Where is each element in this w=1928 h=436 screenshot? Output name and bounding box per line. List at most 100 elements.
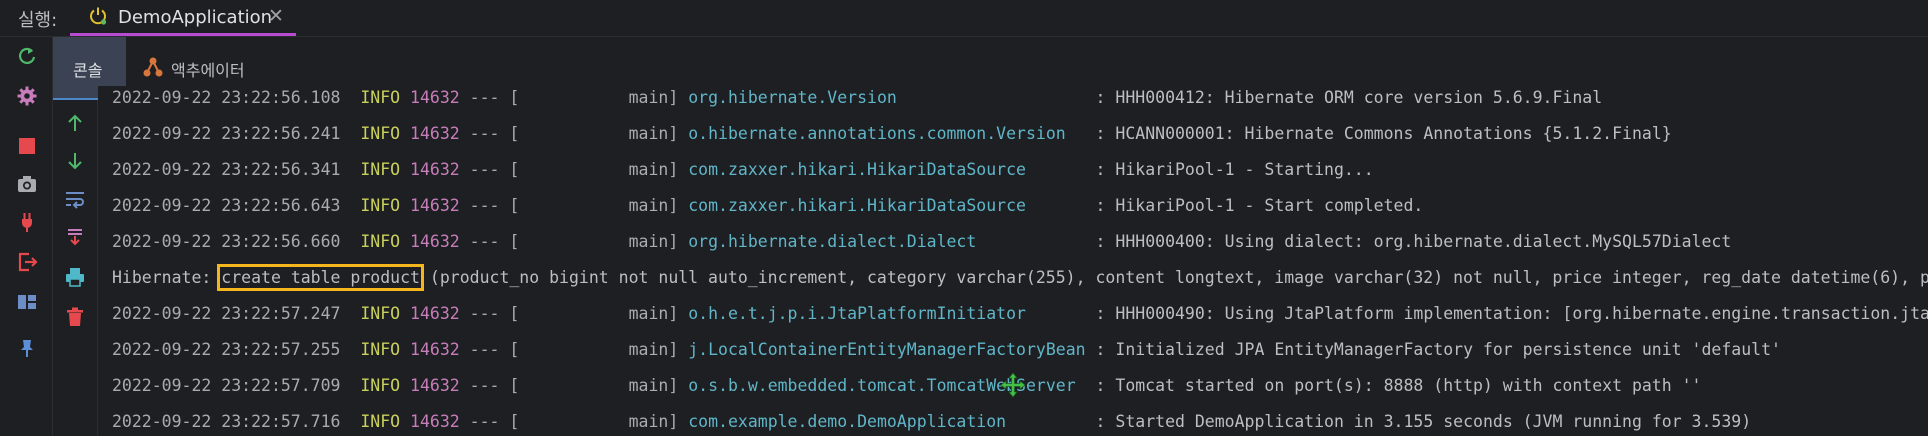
log-pad	[976, 232, 1085, 251]
log-thread: main]	[519, 160, 679, 179]
log-pad	[1066, 124, 1086, 143]
log-level: INFO	[360, 124, 401, 143]
log-level: INFO	[360, 340, 401, 359]
log-pad	[1026, 160, 1086, 179]
log-thread: main]	[519, 196, 679, 215]
log-line: 2022-09-22 23:22:56.643 INFO 14632 --- […	[112, 188, 1423, 224]
hibernate-prefix: Hibernate:	[112, 268, 222, 287]
log-separator: --- [	[469, 376, 520, 395]
plug-icon[interactable]	[16, 211, 38, 233]
console-toolbar	[53, 100, 98, 436]
log-separator: --- [	[469, 160, 520, 179]
log-timestamp: 2022-09-22 23:22:56.108	[112, 88, 341, 107]
log-thread: main]	[519, 340, 679, 359]
log-separator: --- [	[469, 304, 520, 323]
log-logger: o.h.e.t.j.p.i.JtaPlatformInitiator	[688, 304, 1026, 323]
log-pad	[1026, 196, 1086, 215]
log-separator: --- [	[469, 232, 520, 251]
log-timestamp: 2022-09-22 23:22:57.716	[112, 412, 341, 431]
log-separator: --- [	[469, 124, 520, 143]
log-line: 2022-09-22 23:22:57.255 INFO 14632 --- […	[112, 332, 1781, 368]
run-label: 실행:	[18, 10, 58, 31]
layout-icon[interactable]	[16, 291, 38, 313]
log-thread: main]	[519, 124, 679, 143]
log-timestamp: 2022-09-22 23:22:57.255	[112, 340, 341, 359]
rerun-icon[interactable]	[16, 45, 38, 67]
log-logger: org.hibernate.dialect.Dialect	[688, 232, 977, 251]
log-timestamp: 2022-09-22 23:22:57.247	[112, 304, 341, 323]
log-message: : Initialized JPA EntityManagerFactory f…	[1095, 340, 1781, 359]
log-timestamp: 2022-09-22 23:22:56.643	[112, 196, 341, 215]
log-pad	[1076, 376, 1086, 395]
log-line: 2022-09-22 23:22:56.660 INFO 14632 --- […	[112, 224, 1731, 260]
stop-icon[interactable]	[16, 135, 38, 157]
log-timestamp: 2022-09-22 23:22:57.709	[112, 376, 341, 395]
log-message: : HHH000490: Using JtaPlatform implement…	[1095, 304, 1928, 323]
left-toolbar	[0, 37, 53, 436]
log-pid: 14632	[410, 232, 460, 251]
log-message: : HHH000400: Using dialect: org.hibernat…	[1095, 232, 1732, 251]
log-message: : HHH000412: Hibernate ORM core version …	[1095, 88, 1603, 107]
log-level: INFO	[360, 232, 401, 251]
log-line: 2022-09-22 23:22:56.341 INFO 14632 --- […	[112, 152, 1374, 188]
hibernate-sql-line: Hibernate: create table product (product…	[112, 260, 1928, 296]
log-level: INFO	[360, 88, 401, 107]
camera-icon[interactable]	[16, 173, 38, 195]
log-thread: main]	[519, 88, 679, 107]
log-pid: 14632	[410, 412, 460, 431]
print-icon[interactable]	[64, 266, 86, 288]
log-pad	[1026, 304, 1086, 323]
scroll-to-end-icon[interactable]	[64, 226, 86, 248]
log-message: : HikariPool-1 - Start completed.	[1095, 196, 1424, 215]
tab-console-label: 콘솔	[73, 61, 103, 80]
soft-wrap-icon[interactable]	[64, 188, 86, 210]
log-level: INFO	[360, 160, 401, 179]
log-message: : HikariPool-1 - Starting...	[1095, 160, 1374, 179]
run-tab-demoapplication[interactable]: DemoApplication ✕	[70, 0, 296, 36]
run-tool-window-header: 실행: DemoApplication ✕	[0, 0, 1928, 37]
log-timestamp: 2022-09-22 23:22:56.341	[112, 160, 341, 179]
run-tab-title: DemoApplication	[118, 7, 273, 28]
log-line: 2022-09-22 23:22:57.709 INFO 14632 --- […	[112, 368, 1701, 404]
log-timestamp: 2022-09-22 23:22:56.241	[112, 124, 341, 143]
log-thread: main]	[519, 304, 679, 323]
log-level: INFO	[360, 196, 401, 215]
log-separator: --- [	[469, 88, 520, 107]
log-message: : Tomcat started on port(s): 8888 (http)…	[1095, 376, 1702, 395]
log-logger: org.hibernate.Version	[688, 88, 897, 107]
log-level: INFO	[360, 376, 401, 395]
actuator-icon	[143, 57, 163, 77]
move-cursor-icon	[1000, 372, 1026, 398]
exit-icon[interactable]	[16, 251, 38, 273]
log-pid: 14632	[410, 196, 460, 215]
sql-statement: (product_no bigint not null auto_increme…	[429, 268, 1928, 287]
log-separator: --- [	[469, 196, 520, 215]
log-line: 2022-09-22 23:22:56.108 INFO 14632 --- […	[112, 86, 1602, 116]
close-icon[interactable]: ✕	[268, 5, 284, 27]
log-line: 2022-09-22 23:22:56.241 INFO 14632 --- […	[112, 116, 1672, 152]
pin-icon[interactable]	[16, 337, 38, 359]
log-level: INFO	[360, 412, 401, 431]
log-pad	[897, 88, 1086, 107]
gear-icon[interactable]	[16, 85, 38, 107]
log-pid: 14632	[410, 88, 460, 107]
log-message: : Started DemoApplication in 3.155 secon…	[1095, 412, 1752, 431]
log-pid: 14632	[410, 340, 460, 359]
log-logger: com.zaxxer.hikari.HikariDataSource	[688, 160, 1026, 179]
trash-icon[interactable]	[64, 306, 86, 328]
log-pid: 14632	[410, 376, 460, 395]
log-logger: com.zaxxer.hikari.HikariDataSource	[688, 196, 1026, 215]
log-line: 2022-09-22 23:22:57.247 INFO 14632 --- […	[112, 296, 1928, 332]
arrow-up-icon[interactable]	[64, 112, 86, 134]
log-logger: j.LocalContainerEntityManagerFactoryBean	[688, 340, 1086, 359]
log-level: INFO	[360, 304, 401, 323]
log-pid: 14632	[410, 304, 460, 323]
log-thread: main]	[519, 412, 679, 431]
tab-actuator-label: 액추에이터	[171, 61, 245, 80]
log-thread: main]	[519, 232, 679, 251]
log-pid: 14632	[410, 160, 460, 179]
log-pid: 14632	[410, 124, 460, 143]
log-timestamp: 2022-09-22 23:22:56.660	[112, 232, 341, 251]
arrow-down-icon[interactable]	[64, 150, 86, 172]
log-thread: main]	[519, 376, 679, 395]
